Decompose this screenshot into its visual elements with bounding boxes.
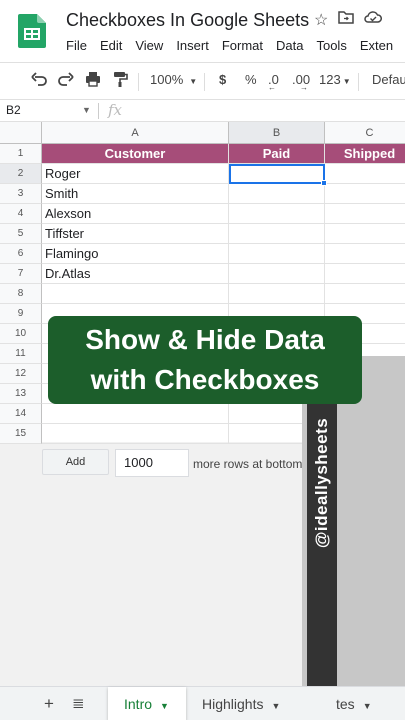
row-header[interactable]: 9: [0, 304, 42, 324]
zoom-select[interactable]: 100% ▼: [150, 72, 197, 87]
sheets-logo-icon[interactable]: [18, 14, 46, 48]
row-header[interactable]: 6: [0, 244, 42, 264]
move-folder-icon[interactable]: [338, 10, 355, 30]
chevron-down-icon: ▼: [189, 77, 198, 86]
paid-cell[interactable]: [229, 264, 325, 284]
menu-format[interactable]: Format: [222, 38, 263, 53]
customer-cell[interactable]: Smith: [42, 184, 229, 204]
tab-highlights[interactable]: Highlights ▼: [202, 687, 302, 720]
menu-data[interactable]: Data: [276, 38, 303, 53]
redo-icon[interactable]: [57, 70, 75, 91]
tab-intro[interactable]: Intro ▼: [108, 687, 186, 720]
customer-cell[interactable]: Flamingo: [42, 244, 229, 264]
menu-extensions[interactable]: Exten: [360, 38, 393, 53]
row-header[interactable]: 3: [0, 184, 42, 204]
customer-cell[interactable]: Tiffster: [42, 224, 229, 244]
all-sheets-icon[interactable]: ≣: [72, 694, 85, 712]
add-rows-button[interactable]: Add: [42, 449, 109, 475]
watermark: @ideallysheets: [307, 398, 337, 568]
paid-cell[interactable]: [229, 184, 325, 204]
customer-cell[interactable]: Roger: [42, 164, 229, 184]
empty-cell[interactable]: [325, 284, 405, 304]
customer-cell[interactable]: Dr.Atlas: [42, 264, 229, 284]
shipped-cell[interactable]: [325, 184, 405, 204]
row-header[interactable]: 7: [0, 264, 42, 284]
tab-notes[interactable]: tes ▼: [336, 687, 396, 720]
header-cell-customer[interactable]: Customer: [42, 144, 229, 164]
chevron-down-icon: ▼: [271, 701, 281, 711]
column-header-c[interactable]: C: [325, 122, 405, 144]
shipped-cell[interactable]: [325, 244, 405, 264]
column-header-a[interactable]: A: [42, 122, 229, 144]
increase-decimals-button[interactable]: .00 →: [292, 72, 310, 92]
chevron-down-icon[interactable]: ▼: [82, 105, 91, 115]
menu-edit[interactable]: Edit: [100, 38, 122, 53]
fill-handle[interactable]: [321, 180, 327, 186]
title-bar: Checkboxes In Google Sheets ☆ File Edit …: [0, 0, 405, 62]
row-header[interactable]: 4: [0, 204, 42, 224]
formula-bar: B2 ▼ fx: [0, 100, 405, 122]
number-format-select[interactable]: 123 ▼: [319, 72, 351, 87]
empty-cell[interactable]: [42, 404, 229, 424]
fx-icon: fx: [108, 101, 123, 119]
percent-format-button[interactable]: %: [245, 72, 257, 87]
document-title[interactable]: Checkboxes In Google Sheets: [66, 10, 309, 31]
sheet-tabs-bar: + ≣ Intro ▼ Highlights ▼ tes ▼: [0, 686, 405, 720]
menu-view[interactable]: View: [135, 38, 163, 53]
row-header[interactable]: 15: [0, 424, 42, 444]
column-header-b[interactable]: B: [229, 122, 325, 144]
shipped-cell[interactable]: [325, 264, 405, 284]
chevron-down-icon: ▼: [342, 77, 351, 86]
menu-tools[interactable]: Tools: [316, 38, 346, 53]
paid-cell[interactable]: [229, 224, 325, 244]
decrease-decimals-button[interactable]: .0 ←: [268, 72, 279, 92]
cloud-status-icon[interactable]: [364, 10, 383, 30]
overlay-line-1: Show & Hide Data: [85, 324, 325, 355]
name-box[interactable]: B2: [6, 103, 21, 117]
menu-file[interactable]: File: [66, 38, 87, 53]
add-sheet-icon[interactable]: +: [44, 694, 54, 714]
header-cell-shipped[interactable]: Shipped: [325, 144, 405, 164]
menu-insert[interactable]: Insert: [176, 38, 209, 53]
active-cell-selection[interactable]: [229, 164, 325, 184]
customer-cell[interactable]: Alexson: [42, 204, 229, 224]
empty-cell[interactable]: [42, 284, 229, 304]
font-select[interactable]: Defaul: [372, 72, 405, 87]
print-icon[interactable]: [84, 70, 102, 91]
overlay-line-2: with Checkboxes: [90, 364, 320, 395]
row-header[interactable]: 5: [0, 224, 42, 244]
shipped-cell[interactable]: [325, 204, 405, 224]
menu-bar: File Edit View Insert Format Data Tools …: [66, 38, 405, 53]
paid-cell[interactable]: [229, 244, 325, 264]
toolbar: 100%▼ $ % .0← .00→ 123▼ Defaul: [0, 62, 405, 100]
empty-cell[interactable]: [229, 284, 325, 304]
row-header[interactable]: 1: [0, 144, 42, 164]
paid-cell[interactable]: [229, 204, 325, 224]
row-header[interactable]: 8: [0, 284, 42, 304]
undo-icon[interactable]: [30, 70, 48, 91]
rows-count-input[interactable]: 1000: [115, 449, 189, 477]
row-header[interactable]: 12: [0, 364, 42, 384]
empty-cell[interactable]: [42, 424, 229, 444]
title-overlay: Show & Hide Data with Checkboxes: [48, 316, 362, 404]
row-header[interactable]: 11: [0, 344, 42, 364]
select-all-corner[interactable]: [0, 122, 42, 144]
row-header[interactable]: 14: [0, 404, 42, 424]
watermark-text: @ideallysheets: [312, 417, 332, 549]
row-header[interactable]: 10: [0, 324, 42, 344]
shipped-cell[interactable]: [325, 164, 405, 184]
paint-format-icon[interactable]: [111, 70, 129, 91]
star-icon[interactable]: ☆: [314, 10, 328, 30]
shipped-cell[interactable]: [325, 224, 405, 244]
chevron-down-icon: ▼: [160, 701, 169, 711]
add-rows-label: more rows at bottom.: [193, 457, 306, 471]
chevron-down-icon: ▼: [362, 701, 372, 711]
currency-format-button[interactable]: $: [219, 72, 226, 87]
header-cell-paid[interactable]: Paid: [229, 144, 325, 164]
row-header[interactable]: 13: [0, 384, 42, 404]
row-header[interactable]: 2: [0, 164, 42, 184]
